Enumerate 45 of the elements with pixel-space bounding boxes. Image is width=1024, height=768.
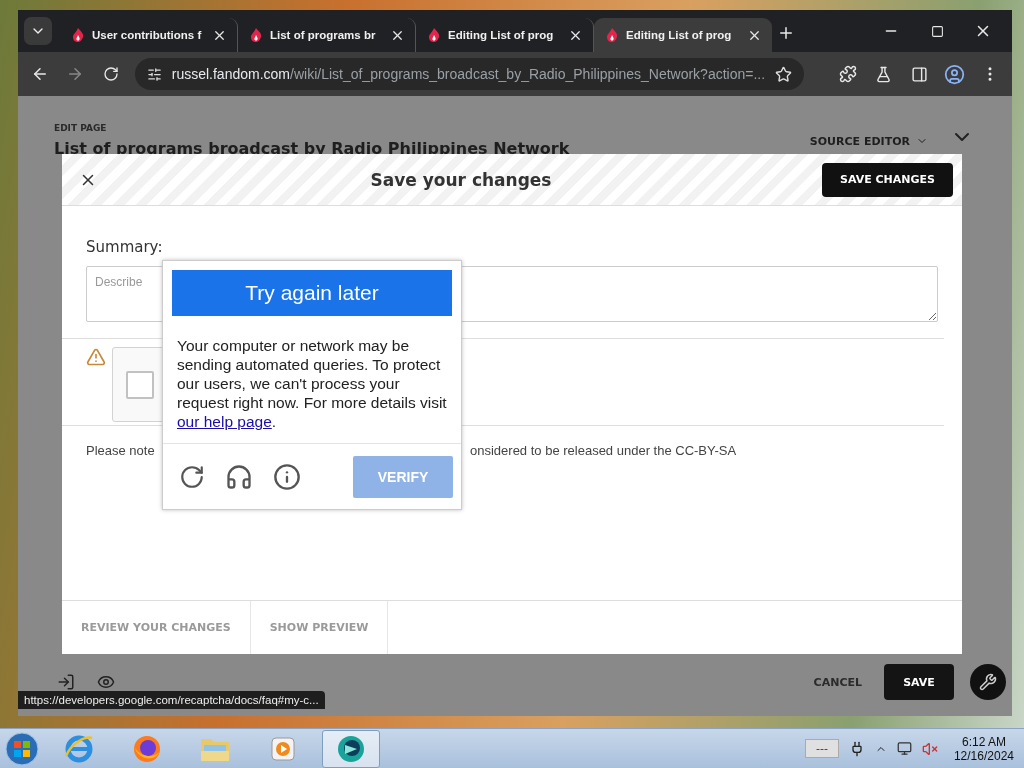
wrench-icon: [979, 673, 997, 691]
start-orb-icon[interactable]: [4, 730, 40, 767]
media-player-icon: [269, 734, 297, 763]
clock[interactable]: 6:12 AM 12/16/2024: [947, 734, 1020, 763]
status-url: https://developers.google.com/recaptcha/docs/faq#my-c...: [18, 691, 325, 709]
tab-title: Editing List of prog: [448, 29, 555, 41]
tab-search-button[interactable]: [24, 17, 52, 45]
captcha-heading: Try again later: [172, 270, 452, 316]
flame-icon: [606, 28, 618, 42]
flame-icon: [428, 28, 440, 42]
browser-e-icon: [64, 733, 94, 764]
help-link[interactable]: our help page: [177, 413, 272, 430]
flame-icon: [250, 28, 262, 42]
editor-mode-button[interactable]: SOURCE EDITOR: [809, 131, 928, 151]
notice-text: Please note: [86, 443, 156, 458]
network-icon[interactable]: [896, 741, 912, 756]
editor-mode-label: SOURCE EDITOR: [809, 134, 910, 148]
wrench-button[interactable]: [970, 664, 1006, 700]
captcha-checkbox[interactable]: [126, 370, 154, 399]
cancel-button[interactable]: CANCEL: [807, 674, 868, 690]
summary-label: Summary:: [86, 238, 164, 256]
warning-icon: [86, 347, 106, 367]
tab-title: List of programs br: [270, 29, 377, 41]
taskbar-app[interactable]: [322, 729, 380, 768]
reload-icon[interactable]: [179, 463, 205, 490]
page-eyebrow: EDIT PAGE: [54, 123, 108, 133]
notice-text: onsidered to be released under the CC-BY-SA: [470, 443, 738, 458]
dialog-title: Save your changes: [369, 169, 553, 190]
bookmark-star-icon[interactable]: [775, 65, 793, 83]
save-button[interactable]: SAVE: [884, 664, 954, 700]
address-bar[interactable]: russel.fandom.com/wiki/List_of_programs_broadcast_by_Radio_Philippines_Network?action=...: [134, 58, 805, 90]
tab-title: User contributions f: [92, 29, 203, 41]
profile-icon[interactable]: [942, 62, 967, 86]
browser-fox-icon: [132, 733, 162, 764]
battery-indicator: ---: [805, 739, 839, 758]
headphones-icon[interactable]: [225, 462, 253, 491]
browser-tab[interactable]: Editing List of prog: [594, 18, 772, 52]
site-info-icon[interactable]: [146, 66, 162, 82]
muted-speaker-icon[interactable]: [921, 740, 938, 757]
flame-icon: [72, 28, 84, 42]
info-icon[interactable]: [273, 462, 301, 491]
tab-title: Editing List of prog: [626, 29, 733, 41]
url-text: russel.fandom.com/wiki/List_of_programs_broadcast_by_Radio_Philippines_Network?action=...: [171, 66, 766, 82]
captcha-message: Your computer or network may be sending automated queries. To protect our users, we can't process your request right now. For more details visit our help page.: [176, 336, 448, 432]
save-changes-button[interactable]: SAVE CHANGES: [822, 162, 953, 197]
